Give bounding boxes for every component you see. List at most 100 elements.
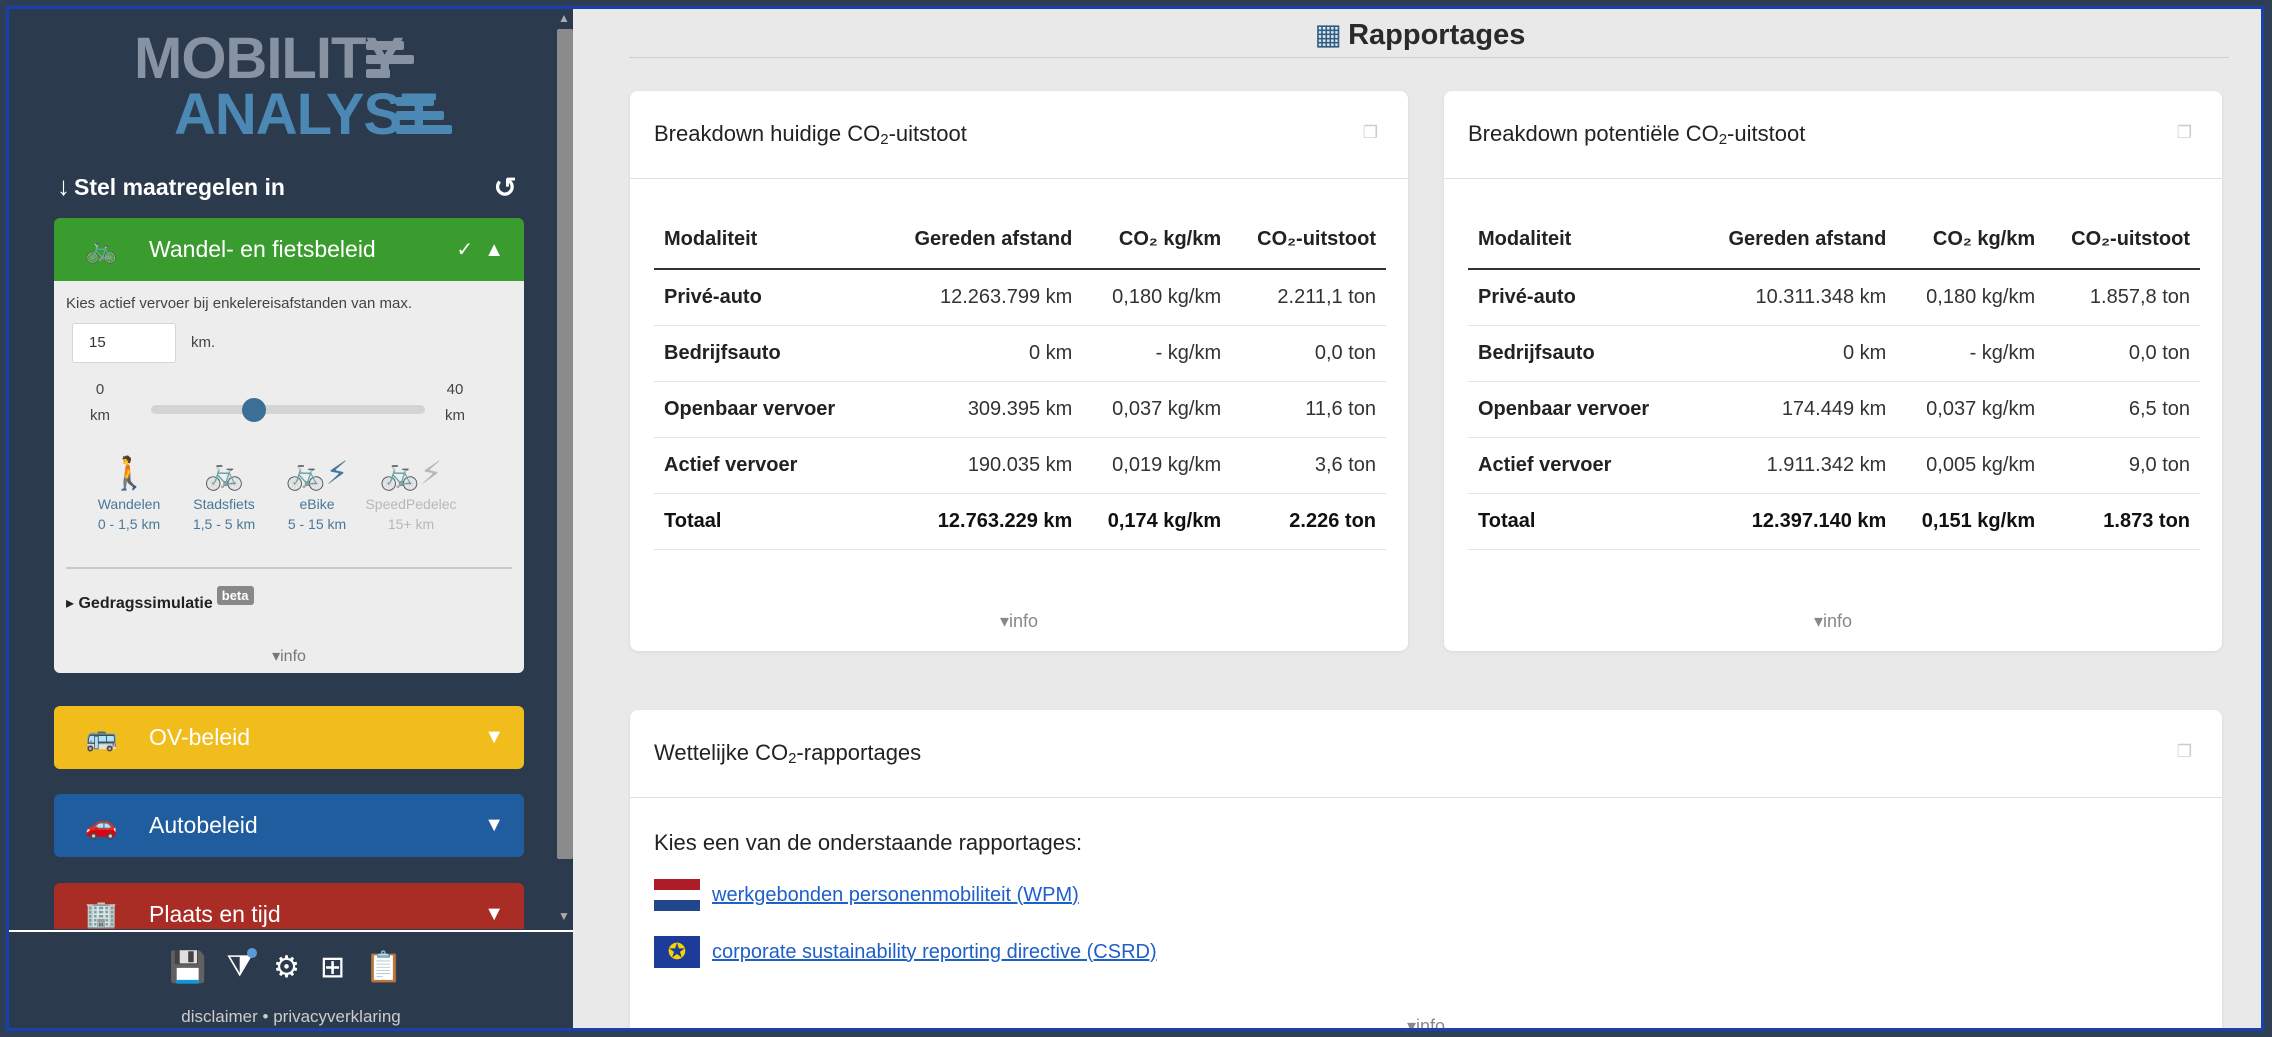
col-header: Gereden afstand: [884, 211, 1083, 270]
slider-min-label: 0 km: [80, 377, 120, 429]
copy-icon[interactable]: ❐: [2177, 742, 2192, 762]
panel-car-label: Autobeleid: [149, 812, 258, 838]
mode-range: 0 - 1,5 km: [97, 516, 161, 532]
title-text: Wettelijke CO: [654, 740, 789, 765]
col-header: CO₂-uitstoot: [1231, 211, 1386, 270]
save-icon[interactable]: 💾: [169, 950, 206, 985]
bike-info-toggle[interactable]: ▾info: [54, 646, 524, 666]
arrow-down-icon: ↓: [57, 171, 70, 201]
cell: 0 km: [1698, 325, 1897, 382]
main-content: ▦ Rapportages Breakdown huidige CO2-uitst…: [573, 9, 2261, 1031]
privacy-link[interactable]: privacyverklaring: [273, 1007, 401, 1026]
cell: - kg/km: [1896, 325, 2046, 382]
cell: 0,005 kg/km: [1896, 437, 2046, 494]
current-breakdown-table: Modaliteit Gereden afstand CO₂ kg/km CO₂…: [654, 211, 1386, 550]
table-row: Privé-auto 12.263.799 km 0,180 kg/km 2.211,…: [654, 269, 1386, 326]
table-row: Bedrijfsauto 0 km - kg/km 0,0 ton: [654, 325, 1386, 382]
distance-slider-track[interactable]: [151, 405, 425, 414]
wpm-link-text[interactable]: werkgebonden personenmobiliteit (WPM): [712, 884, 1079, 907]
sidebar-scrollbar-thumb[interactable]: [557, 29, 573, 859]
cell: 0,019 kg/km: [1082, 437, 1232, 494]
scroll-up-icon[interactable]: ▲: [558, 11, 570, 25]
panel-bike-policy[interactable]: 🚲 Wandel- en fietsbeleid ✓ ▲: [54, 218, 524, 281]
table-header-row: Modaliteit Gereden afstand CO₂ kg/km CO₂…: [1468, 211, 2200, 270]
footer-toolbar: 💾 ⧩ ⚙ ⊞ 📋: [169, 948, 403, 985]
col-header: CO₂ kg/km: [1082, 211, 1232, 270]
slider-max-value: 40: [446, 381, 464, 398]
panel-bike-body: Kies actief vervoer bij enkelereisafstan…: [54, 281, 524, 673]
scroll-down-icon[interactable]: ▼: [558, 909, 570, 923]
panel-ov-policy[interactable]: 🚌 OV-beleid ▼: [54, 706, 524, 769]
chevron-down-icon[interactable]: ▼: [444, 814, 524, 837]
cell: 174.449 km: [1698, 381, 1897, 438]
mode-citybike: 🚲 Stadsfiets 1,5 - 5 km: [174, 451, 274, 532]
chevron-down-icon[interactable]: ▼: [444, 726, 524, 749]
sidebar-footer: 💾 ⧩ ⚙ ⊞ 📋 disclaimer • privacyverklaring: [9, 930, 573, 1028]
card-current-breakdown: Breakdown huidige CO2-uitstoot ❐ Modalit…: [630, 91, 1408, 651]
reset-icon[interactable]: ↺: [494, 171, 517, 204]
card-title: Wettelijke CO2-rapportages: [654, 740, 921, 767]
chevron-up-icon[interactable]: ▲: [484, 239, 504, 261]
slider-min-value: 0: [95, 381, 105, 398]
card-header: Breakdown potentiële CO2-uitstoot ❐: [1444, 91, 2222, 179]
card-legal-reports: Wettelijke CO2-rapportages ❐ Kies een va…: [630, 710, 2222, 1031]
current-info-toggle[interactable]: ▾info: [630, 611, 1408, 632]
table-row: Privé-auto 10.311.348 km 0,180 kg/km 1.857,…: [1468, 269, 2200, 326]
beta-badge: beta: [216, 586, 254, 605]
mode-ebike: 🚲⚡ eBike 5 - 15 km: [267, 451, 367, 532]
caret-right-icon: ▸: [66, 595, 75, 612]
speedpedelec-icon: 🚲⚡: [379, 455, 443, 491]
cell: 3,6 ton: [1231, 437, 1386, 494]
cell: 0 km: [884, 325, 1083, 382]
sidebar: MOBILITY ANALYST ↓ Stel maatregelen in ↺ …: [9, 9, 573, 1028]
chevron-down-icon[interactable]: ▼: [444, 903, 524, 926]
signpost-icon[interactable]: ⊞: [320, 950, 345, 985]
title-text-end: -uitstoot: [1727, 121, 1806, 146]
table-row: Actief vervoer 190.035 km 0,019 kg/km 3,6 t…: [654, 437, 1386, 494]
caret-down-icon: ▾: [1406, 1016, 1416, 1031]
potential-info-toggle[interactable]: ▾info: [1444, 611, 2222, 632]
mode-name: eBike: [299, 496, 335, 512]
potential-breakdown-table: Modaliteit Gereden afstand CO₂ kg/km CO₂…: [1468, 211, 2200, 550]
ebike-icon: 🚲⚡: [285, 455, 349, 491]
cell: 0,037 kg/km: [1896, 381, 2046, 438]
title-divider: [629, 57, 2229, 58]
cell: 1.911.342 km: [1698, 437, 1897, 494]
cell: 9,0 ton: [2045, 437, 2200, 494]
behavior-simulation-toggle[interactable]: ▸ Gedragssimulatie beta: [66, 586, 254, 613]
table-total-row: Totaal 12.763.229 km 0,174 kg/km 2.226 ton: [654, 493, 1386, 550]
caret-down-icon: ▾: [999, 611, 1009, 631]
col-header: Modaliteit: [654, 211, 884, 270]
disclaimer-link[interactable]: disclaimer: [181, 1007, 258, 1026]
max-distance-input[interactable]: 15: [72, 323, 176, 363]
cell: 0,0 ton: [1231, 325, 1386, 382]
csrd-link-text[interactable]: corporate sustainability reporting direc…: [712, 941, 1157, 964]
legal-prompt: Kies een van de onderstaande rapportages…: [654, 830, 1083, 855]
panel-car-policy[interactable]: 🚗 Autobeleid ▼: [54, 794, 524, 857]
page-title-label: Rapportages: [1348, 19, 1526, 51]
filter-icon[interactable]: ⧩: [226, 948, 258, 985]
divider: [66, 567, 512, 569]
footer-separator: •: [262, 1007, 269, 1026]
cell: 6,5 ton: [2045, 381, 2200, 438]
mode-range: 5 - 15 km: [287, 516, 347, 532]
wpm-report-link[interactable]: werkgebonden personenmobiliteit (WPM): [654, 879, 1079, 911]
measures-heading: ↓ Stel maatregelen in ↺: [57, 171, 517, 204]
legal-info-toggle[interactable]: ▾info: [630, 1016, 2222, 1031]
panel-bike-label: Wandel- en fietsbeleid: [149, 236, 376, 262]
checkmark-icon: ✓: [456, 239, 474, 261]
csrd-report-link[interactable]: ✪ corporate sustainability reporting dir…: [654, 936, 1157, 968]
mode-speedpedelec: 🚲⚡ SpeedPedelec 15+ km: [361, 451, 461, 532]
copy-icon[interactable]: ❐: [1363, 123, 1378, 143]
panel-place-time[interactable]: 🏢 Plaats en tijd ▼: [54, 883, 524, 929]
mode-name: Wandelen: [97, 496, 161, 512]
mode-range: 15+ km: [387, 516, 435, 532]
copy-icon[interactable]: ❐: [2177, 123, 2192, 143]
distance-slider-handle[interactable]: [241, 398, 266, 422]
mobility-analyst-logo: MOBILITY ANALYST: [134, 30, 454, 146]
mode-name: SpeedPedelec: [365, 496, 457, 512]
report-icon[interactable]: 📋: [365, 950, 402, 985]
gear-icon[interactable]: ⚙: [273, 950, 300, 985]
cell: Totaal: [654, 493, 884, 550]
filter-active-dot: [247, 948, 258, 958]
